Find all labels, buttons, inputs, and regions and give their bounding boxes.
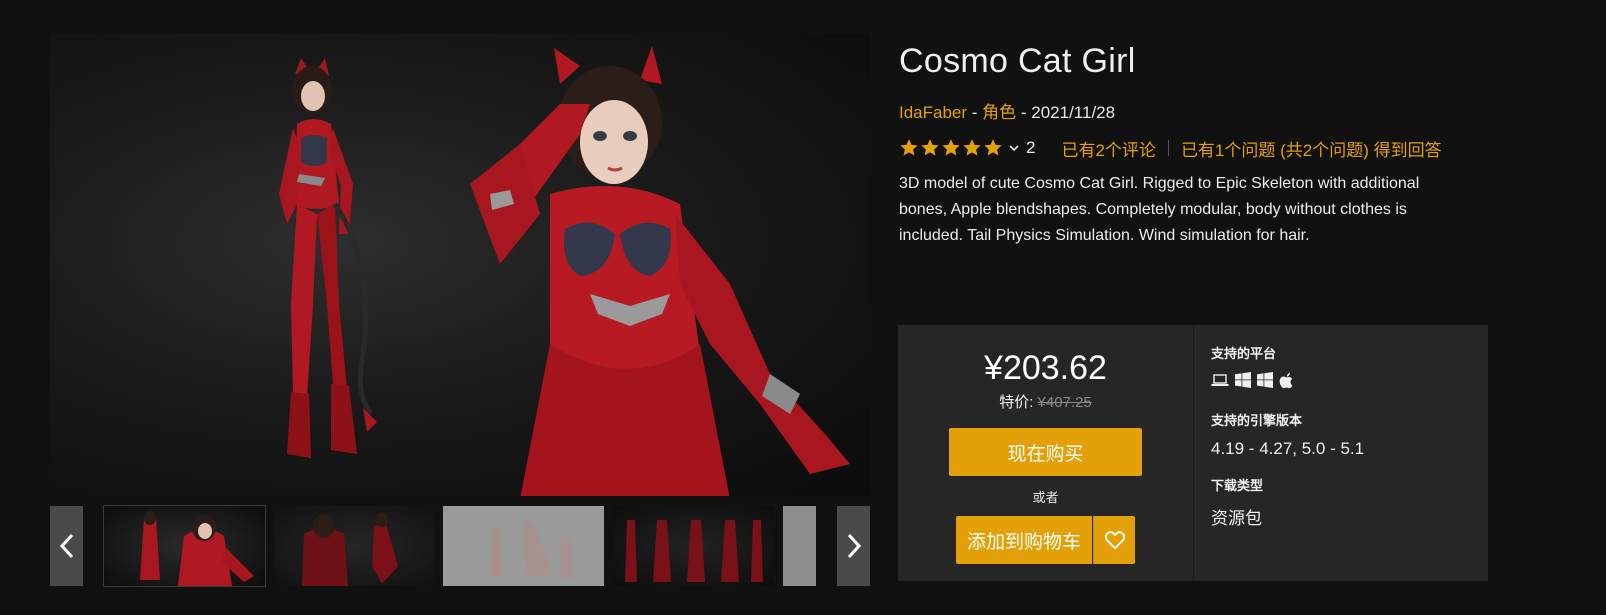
product-description: 3D model of cute Cosmo Cat Girl. Rigged … <box>899 175 1420 244</box>
questions-link[interactable]: 已有1个问题 (共2个问题) 得到回答 <box>1181 136 1442 161</box>
star-icon <box>942 139 960 156</box>
meta-separator: - <box>967 103 983 122</box>
engine-version-label: 支持的引擎版本 <box>1211 413 1303 428</box>
download-type-value: 资源包 <box>1211 509 1262 528</box>
windows-icon <box>1235 372 1251 388</box>
download-type-label: 下载类型 <box>1211 478 1264 493</box>
star-icon <box>963 139 981 156</box>
star-icon <box>921 139 939 156</box>
main-product-image[interactable] <box>50 34 870 496</box>
thumbnail-4[interactable] <box>613 506 774 586</box>
thumbnail-next-button[interactable] <box>837 506 870 586</box>
platforms-label: 支持的平台 <box>1211 346 1277 361</box>
reviews-link[interactable]: 已有2个评论 <box>1061 136 1155 161</box>
star-icon <box>984 139 1002 156</box>
character-fullbody-render <box>279 58 377 458</box>
specs-section: 支持的平台 支持的引擎版本 4.19 - 4.27, 5.0 - 5.1 下载类… <box>1211 343 1471 529</box>
panel-divider <box>1193 325 1194 581</box>
sale-info: 特价: ¥407.25 <box>898 391 1193 412</box>
chevron-right-icon <box>847 533 861 559</box>
rating-row: 2 已有2个评论 已有1个问题 (共2个问题) 得到回答 <box>899 134 1442 162</box>
apple-icon <box>1279 372 1293 388</box>
sale-label: 特价: <box>999 394 1038 411</box>
original-price: ¥407.25 <box>1037 394 1092 411</box>
thumbnail-5[interactable] <box>783 506 816 586</box>
rating-count: 2 <box>1026 138 1036 157</box>
rating-stars[interactable] <box>899 138 1003 158</box>
character-closeup-render <box>470 46 850 496</box>
star-icon <box>900 139 918 156</box>
product-meta: IdaFaber - 角色 - 2021/11/28 <box>899 98 1115 123</box>
thumbnail-2[interactable] <box>274 506 435 586</box>
engine-version-value: 4.19 - 4.27, 5.0 - 5.1 <box>1211 439 1365 458</box>
thumbnail-3[interactable] <box>443 506 604 586</box>
or-label: 或者 <box>1032 490 1059 505</box>
purchase-panel: ¥203.62 特价: ¥407.25 现在购买 或者 添加到购物车 支持的平台 <box>898 325 1488 581</box>
thumbnail-1[interactable] <box>103 505 266 587</box>
add-to-cart-button[interactable]: 添加到购物车 <box>956 516 1092 564</box>
divider <box>1167 140 1169 156</box>
category-link[interactable]: 角色 <box>982 103 1016 122</box>
thumbnail-1-image <box>140 511 254 586</box>
heart-icon <box>1104 531 1125 550</box>
chevron-down-icon[interactable] <box>1008 142 1020 154</box>
thumbnail-2-image <box>302 513 398 586</box>
thumbnail-4-image <box>625 520 763 582</box>
buy-section: ¥203.62 特价: ¥407.25 现在购买 或者 添加到购物车 <box>898 325 1193 581</box>
meta-separator: - <box>1016 103 1032 122</box>
platform-icons <box>1211 372 1471 388</box>
thumbnail-3-image <box>491 519 575 578</box>
wishlist-button[interactable] <box>1093 516 1135 564</box>
chevron-left-icon <box>59 533 73 559</box>
cart-button-group: 添加到购物车 <box>956 516 1135 564</box>
buy-now-button[interactable]: 现在购买 <box>949 428 1142 476</box>
release-date: 2021/11/28 <box>1031 103 1116 122</box>
windows-icon <box>1257 372 1273 388</box>
thumbnail-prev-button[interactable] <box>50 506 83 586</box>
sale-price: ¥203.62 <box>984 349 1107 387</box>
thumbnail-strip <box>50 505 870 587</box>
product-title: Cosmo Cat Girl <box>899 42 1136 80</box>
laptop-icon <box>1211 374 1229 386</box>
author-link[interactable]: IdaFaber <box>899 103 967 122</box>
